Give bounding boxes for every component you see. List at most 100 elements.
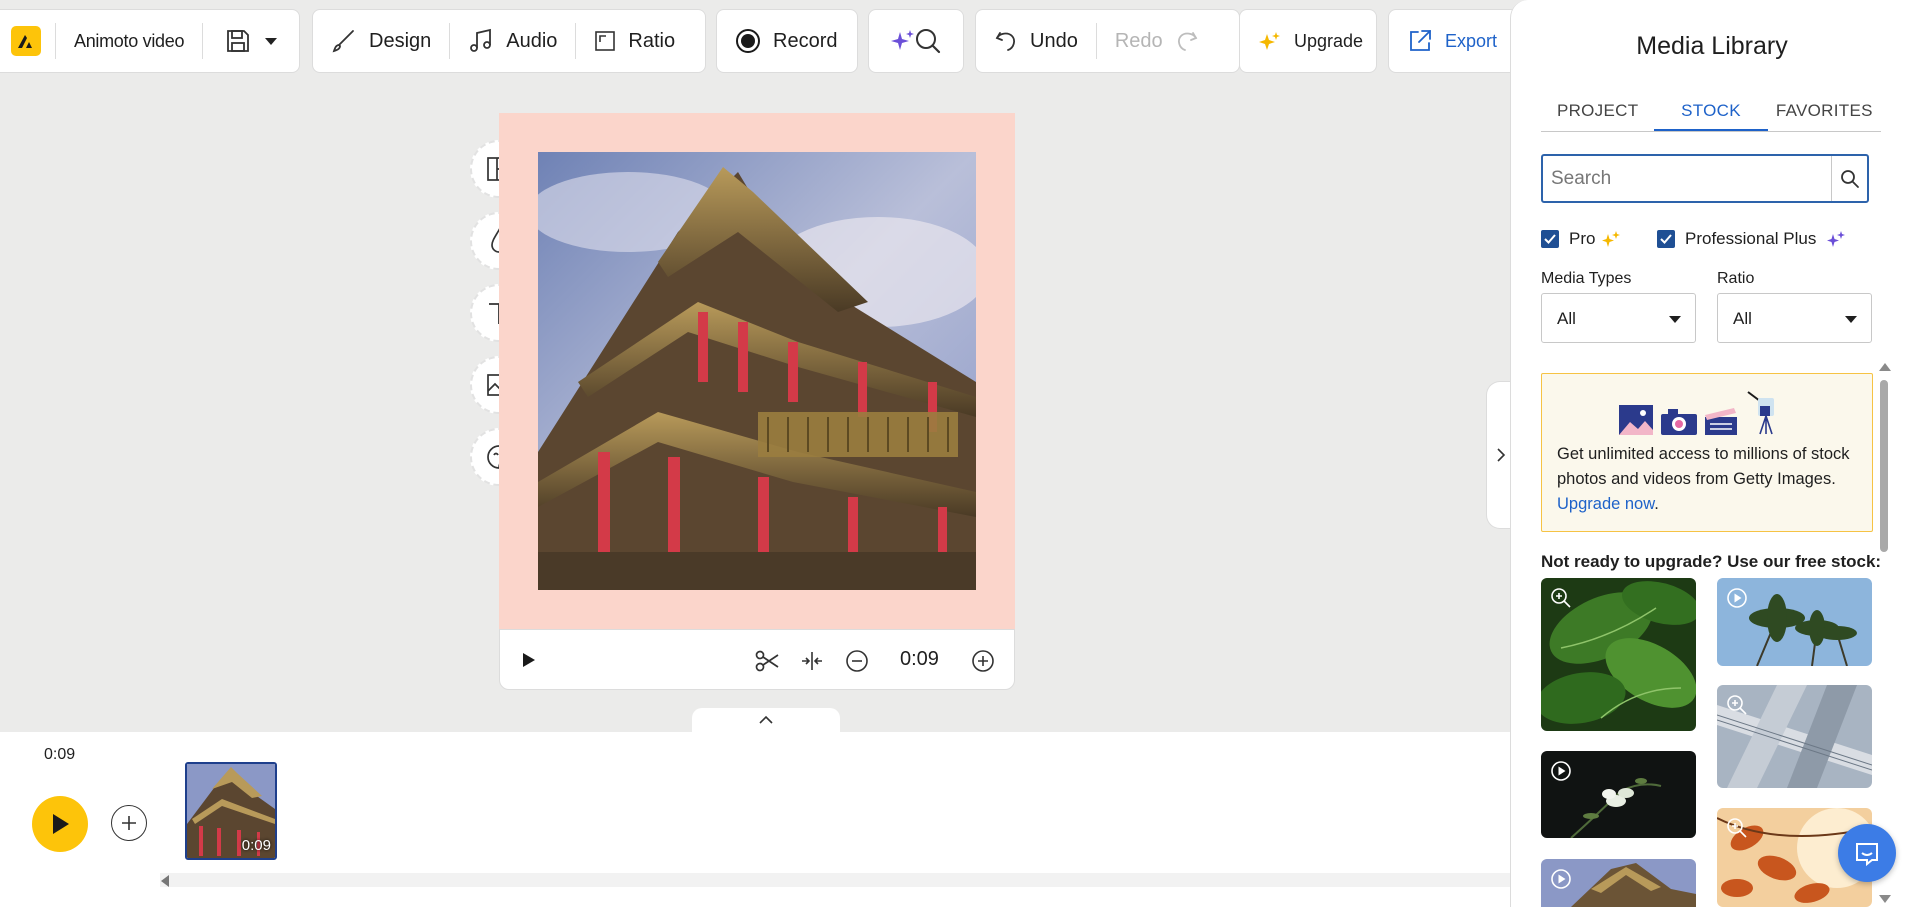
media-types-label: Media Types — [1541, 270, 1632, 287]
camera-icon — [1660, 406, 1698, 436]
preview-controls: 0:09 — [499, 629, 1015, 690]
clip-duration: 0:09 — [241, 837, 271, 854]
play-button[interactable] — [32, 796, 88, 852]
decrease-duration-icon[interactable] — [845, 649, 869, 673]
search-icon — [1840, 169, 1860, 189]
play-icon — [50, 813, 70, 835]
zoom-icon[interactable] — [1726, 694, 1748, 716]
ratio-select[interactable]: All — [1717, 293, 1872, 343]
search-button[interactable] — [1831, 156, 1867, 201]
chat-icon — [1853, 839, 1881, 867]
export-label: Export — [1445, 30, 1498, 51]
animoto-logo[interactable] — [11, 26, 41, 56]
tab-stock[interactable]: STOCK — [1654, 98, 1768, 131]
chevron-down-icon[interactable] — [265, 37, 278, 45]
scroll-up-icon[interactable] — [1879, 363, 1891, 371]
promo-text: Get unlimited access to millions of stoc… — [1557, 445, 1850, 488]
tab-project[interactable]: PROJECT — [1541, 98, 1654, 131]
save-icon — [225, 28, 251, 54]
pro-label: Pro — [1569, 229, 1596, 248]
play-circle-icon[interactable] — [1726, 587, 1748, 609]
undo-button[interactable]: Undo — [976, 10, 1096, 72]
chevron-down-icon — [1669, 316, 1681, 323]
timeline-current-time: 0:09 — [44, 746, 76, 763]
pro-checkbox[interactable] — [1541, 230, 1559, 248]
timeline-scrollbar[interactable] — [160, 873, 1510, 887]
audio-label: Audio — [506, 29, 558, 52]
audio-button[interactable]: Audio — [450, 10, 575, 72]
play-icon[interactable] — [522, 652, 536, 668]
record-icon — [735, 28, 761, 54]
sparkle-icon — [1601, 229, 1621, 249]
upgrade-label: Upgrade — [1294, 30, 1364, 51]
aspect-ratio-icon — [594, 30, 616, 52]
timeline-clip[interactable]: 0:09 — [185, 762, 277, 860]
stock-image-basil[interactable] — [1541, 578, 1696, 731]
zoom-icon[interactable] — [1726, 817, 1748, 839]
chevron-down-icon — [1845, 316, 1857, 323]
promo-text-block: Get unlimited access to millions of stoc… — [1557, 442, 1865, 517]
design-button[interactable]: Design — [313, 10, 449, 72]
timeline-collapse-toggle[interactable] — [692, 708, 840, 732]
tab-favorites[interactable]: FAVORITES — [1768, 98, 1881, 131]
tripod-camera-icon — [1744, 390, 1780, 436]
save-button[interactable] — [203, 10, 287, 72]
project-title[interactable]: Animoto video — [56, 10, 202, 72]
media-tabs: PROJECT STOCK FAVORITES — [1541, 98, 1881, 132]
history-group: Undo Redo — [975, 9, 1240, 73]
pro-plus-checkbox[interactable] — [1657, 230, 1675, 248]
sparkle-icon — [1826, 229, 1846, 249]
free-stock-heading: Not ready to upgrade? Use our free stock… — [1541, 552, 1882, 571]
panel-scrollbar[interactable] — [1880, 380, 1888, 552]
stock-video-white-flower[interactable] — [1541, 751, 1696, 838]
export-icon — [1407, 28, 1433, 54]
pro-filter[interactable]: Pro — [1541, 229, 1621, 249]
zoom-icon[interactable] — [1550, 587, 1572, 609]
play-circle-icon[interactable] — [1550, 868, 1572, 890]
play-circle-icon[interactable] — [1550, 760, 1572, 782]
split-icon[interactable] — [800, 650, 824, 672]
promo-illustration — [1618, 390, 1780, 436]
ratio-filter-label: Ratio — [1717, 270, 1755, 287]
upgrade-now-link[interactable]: Upgrade now — [1557, 495, 1654, 513]
upgrade-promo: Get unlimited access to millions of stoc… — [1541, 373, 1873, 532]
search-input[interactable] — [1551, 156, 1831, 201]
search-box — [1541, 154, 1869, 203]
ratio-value: All — [1733, 309, 1752, 328]
clapperboard-icon — [1704, 406, 1738, 436]
sparkle-search-icon — [890, 26, 942, 56]
scroll-down-icon[interactable] — [1879, 895, 1891, 903]
toolbar-edit-group: Design Audio Ratio — [312, 9, 706, 73]
upgrade-inner: Upgrade — [1240, 10, 1381, 72]
record-button[interactable]: Record — [716, 9, 858, 73]
export-button[interactable]: Export — [1388, 9, 1518, 73]
video-preview-canvas[interactable] — [499, 113, 1015, 629]
pro-plus-label: Professional Plus — [1685, 229, 1817, 248]
brush-icon — [331, 28, 357, 54]
media-types-select[interactable]: All — [1541, 293, 1696, 343]
undo-label: Undo — [1030, 29, 1078, 52]
add-block-button[interactable] — [111, 805, 147, 841]
sparkle-icon — [1258, 29, 1282, 53]
stock-video-pagoda[interactable] — [1541, 859, 1696, 907]
toolbar-project-group: Animoto video — [0, 9, 300, 73]
scissors-icon[interactable] — [755, 650, 779, 672]
redo-icon — [1175, 29, 1199, 53]
stock-image-architecture[interactable] — [1717, 685, 1872, 788]
clip-duration: 0:09 — [900, 648, 939, 670]
promo-period: . — [1654, 495, 1659, 513]
design-label: Design — [369, 29, 432, 52]
ai-search-button[interactable] — [868, 9, 964, 73]
redo-button[interactable]: Redo — [1097, 10, 1217, 72]
upgrade-button[interactable]: Upgrade — [1239, 9, 1377, 73]
record-label: Record — [773, 29, 838, 52]
scroll-left-icon[interactable] — [161, 875, 169, 887]
stock-video-palm-trees[interactable] — [1717, 578, 1872, 666]
ratio-button[interactable]: Ratio — [576, 10, 693, 72]
pro-plus-filter[interactable]: Professional Plus — [1657, 229, 1846, 249]
plus-icon — [120, 814, 138, 832]
chat-support-button[interactable] — [1838, 824, 1896, 882]
media-library-panel: Media Library PROJECT STOCK FAVORITES Pr… — [1510, 0, 1913, 907]
pagoda-photo[interactable] — [538, 152, 976, 590]
increase-duration-icon[interactable] — [971, 649, 995, 673]
